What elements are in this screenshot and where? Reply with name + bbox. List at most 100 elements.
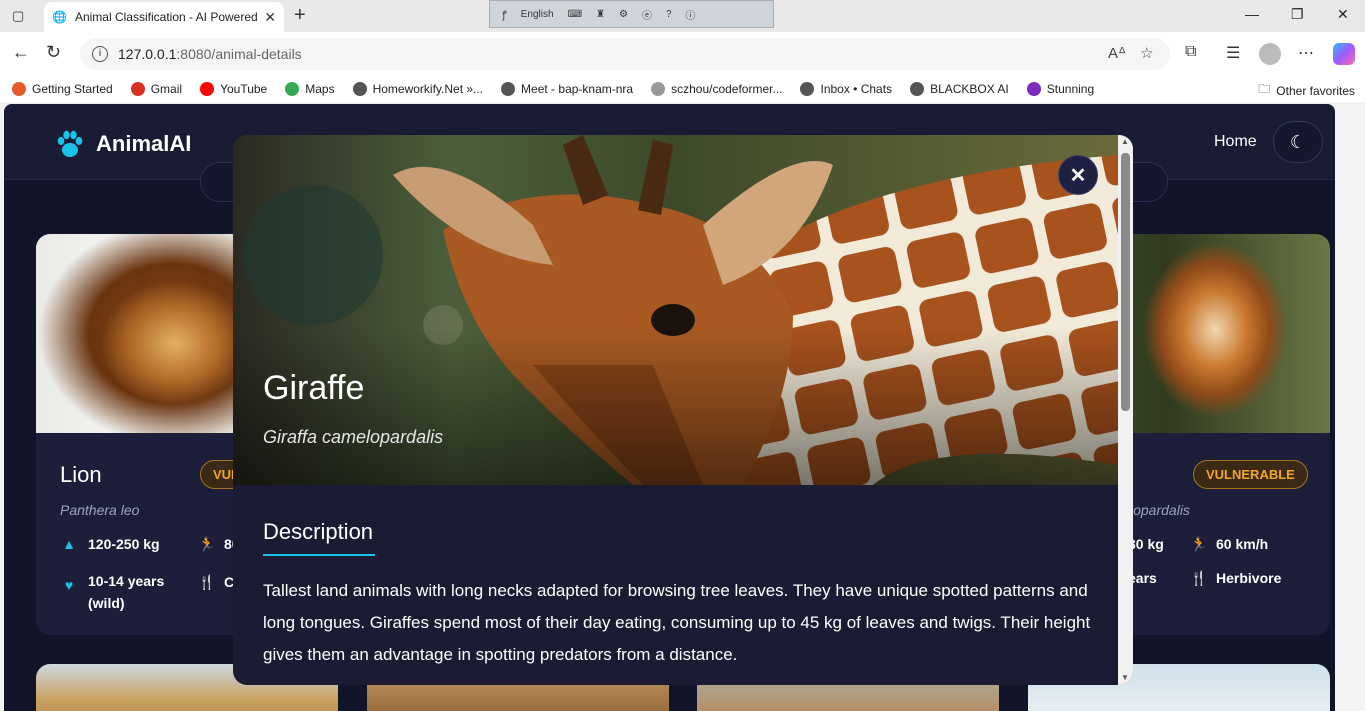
tab-title: Animal Classification - AI Powered <box>74 10 258 24</box>
site-logo[interactable]: AnimalAI <box>54 128 191 160</box>
bookmark-favicon-icon <box>285 82 300 96</box>
globe-icon: 🌐 <box>52 10 67 24</box>
bookmark-item[interactable]: sczhou/codeformer... <box>651 82 782 96</box>
site-info-icon[interactable]: i <box>92 46 108 62</box>
card-name: Lion <box>60 462 102 487</box>
card-scientific-name: lopardalis <box>1130 502 1190 518</box>
fact-weight: ▲ 120-250 kg <box>62 536 160 552</box>
favorite-star-icon[interactable]: ☆ <box>1140 44 1153 62</box>
nav-home-link[interactable]: Home <box>1214 133 1257 151</box>
ie-icon[interactable]: ⓔ <box>642 7 652 22</box>
modal-scientific-name: Giraffa camelopardalis <box>263 427 444 447</box>
ime-icon[interactable]: ꝭ <box>502 7 507 21</box>
bookmark-favicon-icon <box>651 82 666 96</box>
fact-lifespan: ♥ 10-14 years (wild) <box>62 570 164 614</box>
profile-avatar[interactable] <box>1259 43 1281 65</box>
favorites-icon[interactable]: ☰ <box>1226 43 1240 63</box>
bookmark-favicon-icon <box>501 82 516 96</box>
url-field[interactable]: i 127.0.0.1:8080/animal-details Aᐞ ☆ <box>80 38 1170 70</box>
address-bar-row: ← ↻ i 127.0.0.1:8080/animal-details Aᐞ ☆ <box>0 32 1365 76</box>
folder-icon: 🗀 <box>1258 82 1271 96</box>
tab-actions-icon[interactable]: ▢ <box>12 8 24 24</box>
copilot-icon[interactable] <box>1333 43 1355 65</box>
url-host: 127.0.0.1 <box>118 46 177 62</box>
bookmarks-bar: Getting Started Gmail YouTube Maps Homeworki… <box>0 76 1365 102</box>
bookmark-item[interactable]: Inbox • Chats <box>800 82 892 96</box>
bookmark-label: Meet - bap-knam-nra <box>521 82 634 96</box>
heading-underline <box>263 554 375 556</box>
running-icon: 🏃 <box>1190 536 1208 552</box>
bookmark-favicon-icon <box>910 82 925 96</box>
lifespan-line-2: (wild) <box>88 595 125 611</box>
fact-lifespan-value: 10-14 years (wild) <box>88 570 164 614</box>
bookmark-label: Stunning <box>1046 82 1095 96</box>
minimize-icon[interactable]: — <box>1245 6 1259 22</box>
bookmark-item[interactable]: Getting Started <box>12 82 113 96</box>
language-toolbar: ꝭ English ⌨ ♜ ⚙ ⓔ ? ⓘ <box>489 0 774 28</box>
bookmark-item[interactable]: YouTube <box>200 82 267 96</box>
bookmark-item[interactable]: Stunning <box>1026 82 1095 96</box>
language-label[interactable]: English <box>521 9 554 20</box>
card-scientific-name: Panthera leo <box>60 502 140 518</box>
settings-icon[interactable]: ⚙ <box>619 9 628 20</box>
fact-weight-value: 120-250 kg <box>88 536 160 552</box>
scroll-down-arrow[interactable]: ▼ <box>1121 673 1129 682</box>
heart-icon: ♥ <box>64 577 74 593</box>
utensils-icon: 🍴 <box>198 574 216 590</box>
bookmark-label: Gmail <box>150 82 183 96</box>
theme-toggle-button[interactable]: ☾ <box>1273 121 1323 163</box>
extensions-icon[interactable]: ⧉ <box>1185 43 1196 61</box>
keyboard-icon[interactable]: ⌨ <box>568 9 582 20</box>
animal-details-modal: Giraffe Giraffa camelopardalis ✕ Descrip… <box>233 135 1133 685</box>
modal-hero-image: Giraffe Giraffa camelopardalis ✕ <box>233 135 1118 485</box>
back-icon[interactable]: ← <box>12 42 30 63</box>
close-tab-icon[interactable]: ✕ <box>264 9 276 26</box>
refresh-icon[interactable]: ↻ <box>46 42 61 63</box>
bookmark-favicon-icon <box>200 82 215 96</box>
read-aloud-icon[interactable]: Aᐞ <box>1108 44 1126 62</box>
bookmark-label: Inbox • Chats <box>820 82 893 96</box>
info-icon[interactable]: ⓘ <box>686 7 696 22</box>
bookmark-item[interactable]: BLACKBOX AI <box>910 82 1009 96</box>
browser-tab-active[interactable]: 🌐 Animal Classification - AI Powered ✕ <box>44 2 284 32</box>
bookmark-favicon-icon <box>800 82 815 96</box>
fact-diet-value: Herbivore <box>1216 570 1282 586</box>
paw-icon <box>57 130 83 157</box>
more-icon[interactable]: ⋯ <box>1298 43 1314 63</box>
fact-speed: 🏃 60 km/h <box>1190 536 1268 553</box>
bookmark-item[interactable]: Homeworkify.Net »... <box>352 82 484 96</box>
brush-icon[interactable]: ♜ <box>596 9 605 20</box>
restore-icon[interactable]: ❐ <box>1291 6 1304 23</box>
modal-title: Giraffe <box>263 369 365 407</box>
bookmark-label: Getting Started <box>32 82 113 96</box>
description-heading: Description <box>263 519 374 544</box>
other-favorites[interactable]: 🗀 Other favorites <box>1258 80 1355 101</box>
other-favorites-label: Other favorites <box>1276 83 1355 98</box>
running-icon: 🏃 <box>198 536 216 552</box>
new-tab-icon[interactable]: + <box>294 4 306 27</box>
url-path: :8080/animal-details <box>176 46 302 62</box>
close-window-icon[interactable]: ✕ <box>1337 6 1349 23</box>
bookmark-item[interactable]: Meet - bap-knam-nra <box>501 82 633 96</box>
bookmark-label: YouTube <box>220 82 268 96</box>
fact-diet: 🍴 Herbivore <box>1190 570 1281 587</box>
close-icon: ✕ <box>1069 164 1087 187</box>
scrollbar-thumb[interactable] <box>1121 153 1130 411</box>
bookmark-label: Maps <box>305 82 335 96</box>
bookmark-label: Homeworkify.Net »... <box>372 82 484 96</box>
fact-weight-value: 30 kg <box>1128 536 1164 552</box>
bookmark-label: BLACKBOX AI <box>930 82 1009 96</box>
bookmark-item[interactable]: Maps <box>285 82 335 96</box>
status-badge: VULNERABLE <box>1193 460 1308 489</box>
moon-icon: ☾ <box>1289 131 1307 152</box>
scroll-up-arrow[interactable]: ▲ <box>1121 137 1129 146</box>
bookmark-favicon-icon <box>1026 82 1041 96</box>
help-icon[interactable]: ? <box>666 9 672 20</box>
modal-scrollbar[interactable]: ▲ ▼ <box>1118 135 1133 685</box>
modal-close-button[interactable]: ✕ <box>1058 155 1098 195</box>
lifespan-line-1: 10-14 years <box>88 573 165 589</box>
bookmark-item[interactable]: Gmail <box>130 82 183 96</box>
bookmark-favicon-icon <box>130 82 145 96</box>
bookmark-favicon-icon <box>12 82 26 96</box>
utensils-icon: 🍴 <box>1190 570 1208 586</box>
